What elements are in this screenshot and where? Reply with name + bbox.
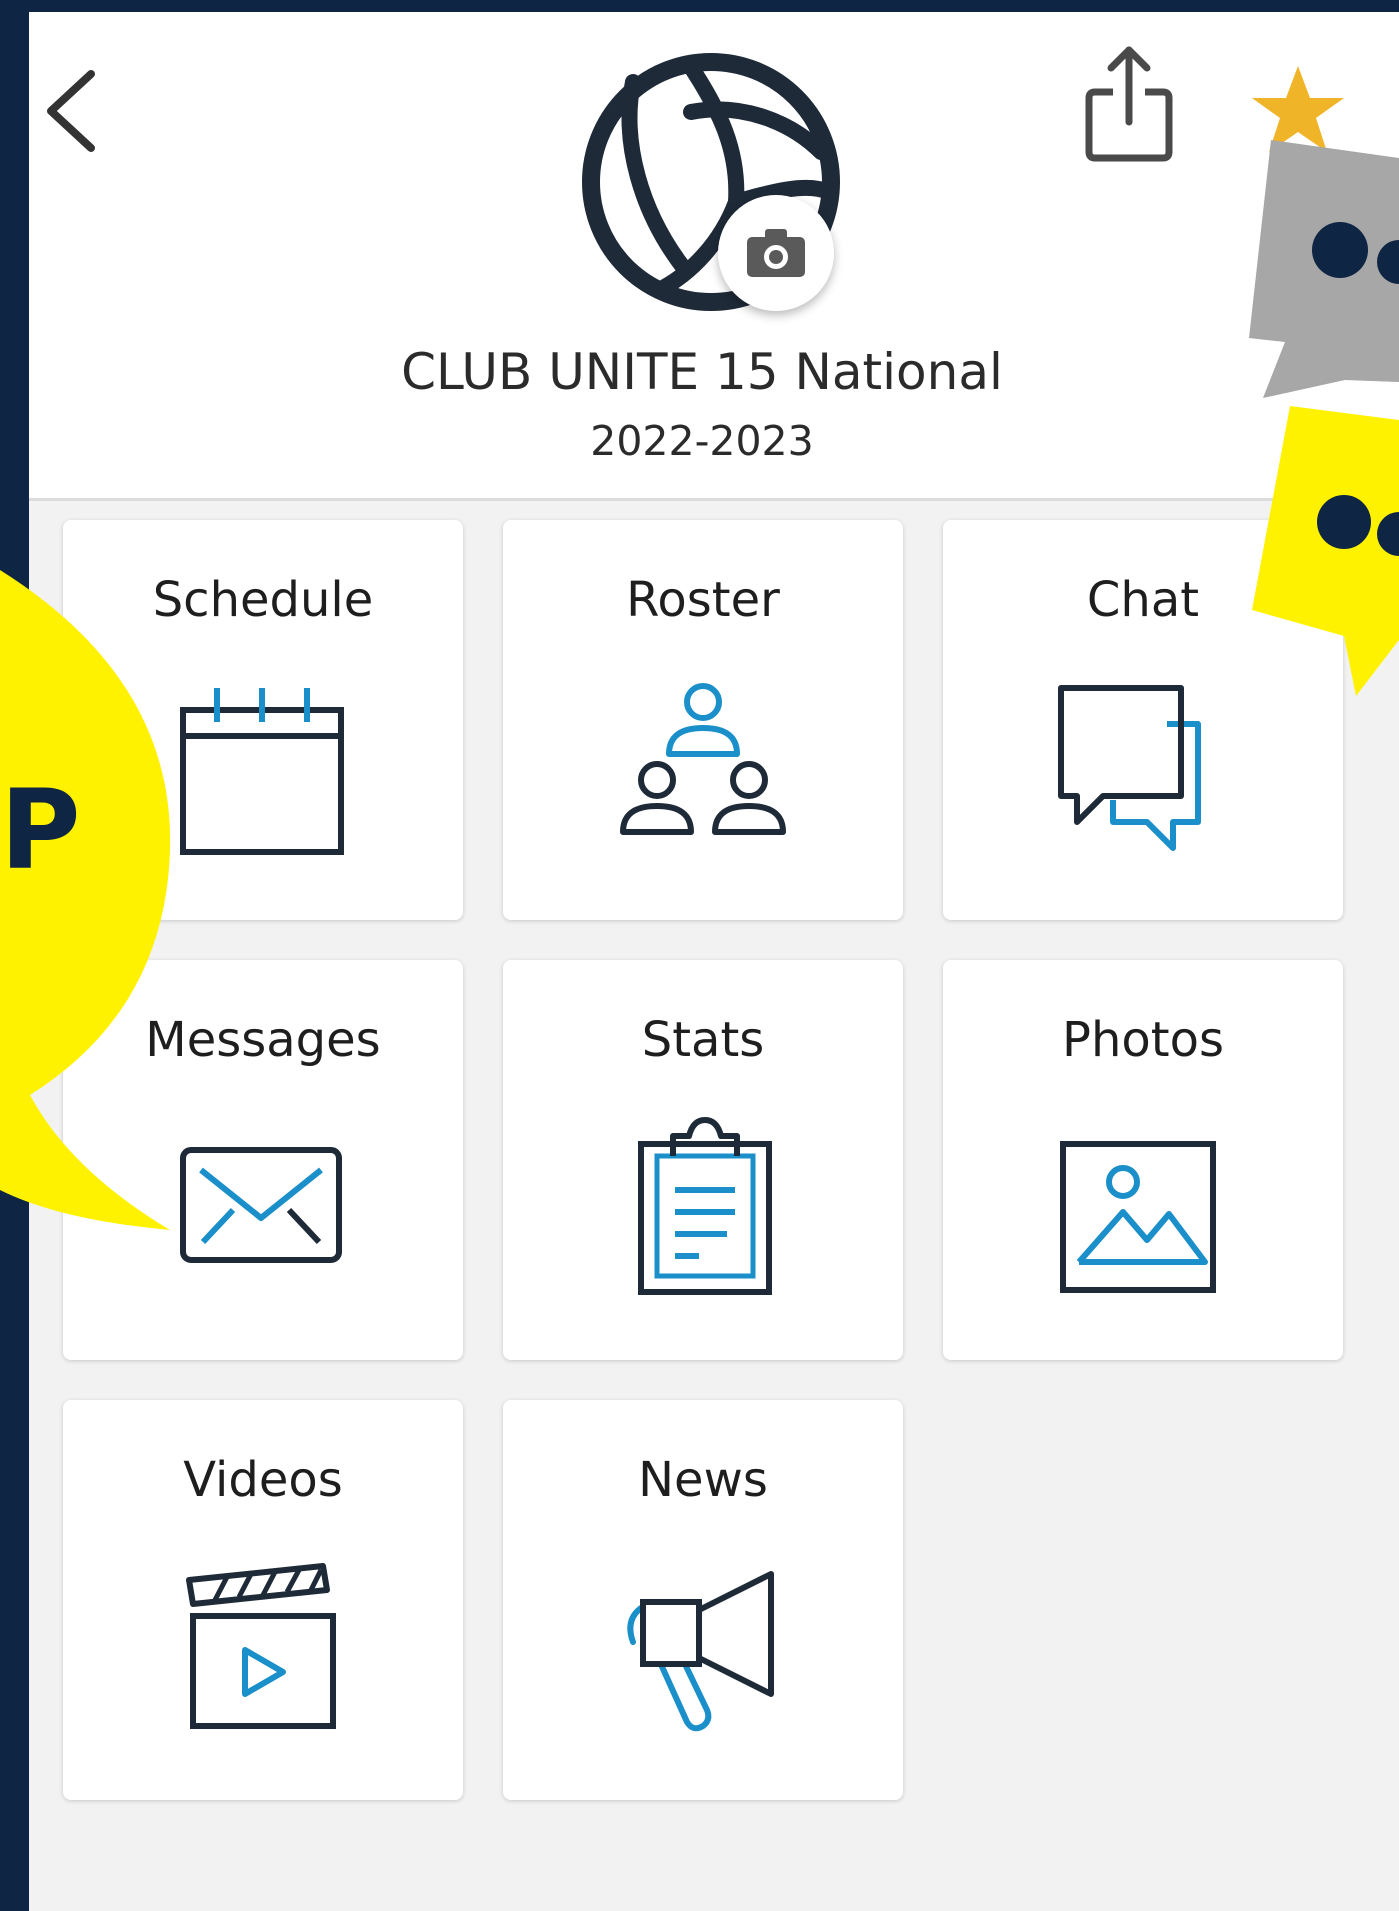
change-photo-button[interactable] <box>718 195 834 311</box>
back-button[interactable] <box>35 56 115 166</box>
calendar-icon <box>180 688 344 855</box>
gray-speech-bubble <box>1249 140 1399 398</box>
chevron-left-icon <box>47 70 95 152</box>
megaphone-icon <box>627 1571 774 1732</box>
team-name: CLUB UNITE 15 National <box>401 343 1003 401</box>
yellow-speech-bubble-right <box>1252 406 1399 696</box>
share-icon <box>1085 46 1173 162</box>
clipboard-icon <box>638 1117 772 1295</box>
tile-label: Videos <box>183 1452 343 1508</box>
tile-label: News <box>638 1452 768 1508</box>
team-header: CLUB UNITE 15 National 2022-2023 <box>29 12 1399 501</box>
chat-bubbles-icon <box>1058 685 1201 851</box>
tile-stats[interactable]: Stats <box>503 960 903 1360</box>
tile-videos[interactable]: Videos <box>63 1400 463 1800</box>
camera-icon <box>747 229 805 277</box>
team-home-screen: CLUB UNITE 15 National 2022-2023 Schedul… <box>29 12 1399 1911</box>
tile-label: Photos <box>1062 1012 1224 1068</box>
envelope-icon <box>180 1147 342 1263</box>
image-icon <box>1060 1141 1216 1293</box>
bubble-text: P <box>0 766 81 894</box>
yellow-speech-bubble-left <box>0 570 171 1230</box>
tile-photos[interactable]: Photos <box>943 960 1343 1360</box>
tile-roster[interactable]: Roster <box>503 520 903 920</box>
share-button[interactable] <box>1079 40 1179 170</box>
season-label: 2022-2023 <box>590 417 814 465</box>
tile-news[interactable]: News <box>503 1400 903 1800</box>
roster-people-icon <box>620 683 786 835</box>
tile-label: Roster <box>626 572 780 628</box>
tile-label: Stats <box>641 1012 765 1068</box>
clapperboard-icon <box>186 1563 336 1729</box>
